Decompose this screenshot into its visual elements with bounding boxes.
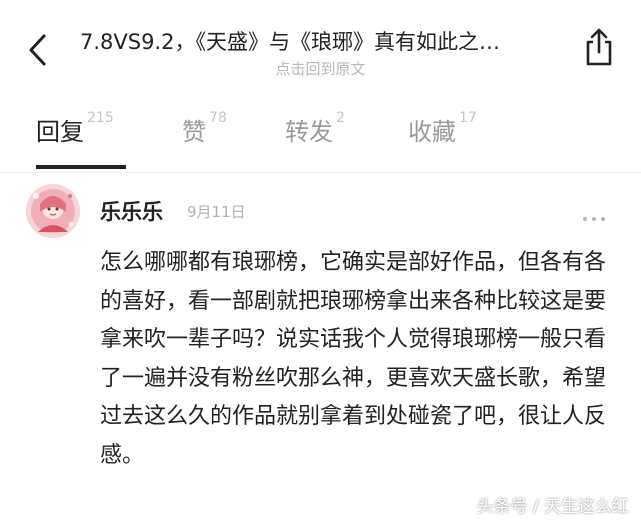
tab-count: 78: [209, 110, 227, 126]
comment-body: 怎么哪哪都有琅琊榜，它确实是部好作品，但各有各的喜好，看一部剧就把琅琊榜拿出来各…: [100, 250, 607, 468]
more-dots-icon: [583, 217, 587, 221]
username[interactable]: 乐乐乐: [100, 196, 163, 226]
active-tab-indicator: [36, 165, 126, 169]
tab-likes[interactable]: 赞 78: [182, 110, 227, 172]
tab-replies[interactable]: 回复 215: [36, 110, 126, 172]
comment-item: 乐乐乐 9月11日 怎么哪哪都有琅琊榜，它确实是部好作品，但各有各的喜好，看一部…: [0, 174, 641, 525]
tab-favorites[interactable]: 收藏 17: [408, 110, 477, 172]
more-options-button[interactable]: [583, 206, 613, 221]
back-to-article-link[interactable]: 点击回到原文: [0, 58, 641, 79]
more-dots-icon: [601, 217, 605, 221]
tab-label: 回复: [36, 118, 84, 146]
more-dots-icon: [592, 217, 596, 221]
avatar-image: [26, 184, 80, 238]
tab-label: 收藏: [408, 118, 456, 146]
page-title[interactable]: 7.8VS9.2，《天盛》与《琅琊》真有如此之…: [80, 26, 560, 56]
tab-bar: 回复 215 赞 78 转发 2 收藏 17: [0, 96, 641, 173]
tab-count: 17: [459, 110, 477, 126]
share-icon: [586, 28, 612, 66]
tab-label: 转发: [285, 118, 333, 146]
watermark: 头条号 / 天生这么红: [476, 497, 629, 517]
tab-count: 215: [87, 110, 114, 126]
tab-label: 赞: [182, 118, 206, 146]
share-button[interactable]: [583, 26, 615, 68]
tab-reposts[interactable]: 转发 2: [285, 110, 345, 172]
comment-date: 9月11日: [187, 203, 246, 221]
tab-count: 2: [336, 110, 345, 126]
header-bar: 7.8VS9.2，《天盛》与《琅琊》真有如此之… 点击回到原文: [0, 0, 641, 90]
avatar[interactable]: [26, 184, 80, 238]
